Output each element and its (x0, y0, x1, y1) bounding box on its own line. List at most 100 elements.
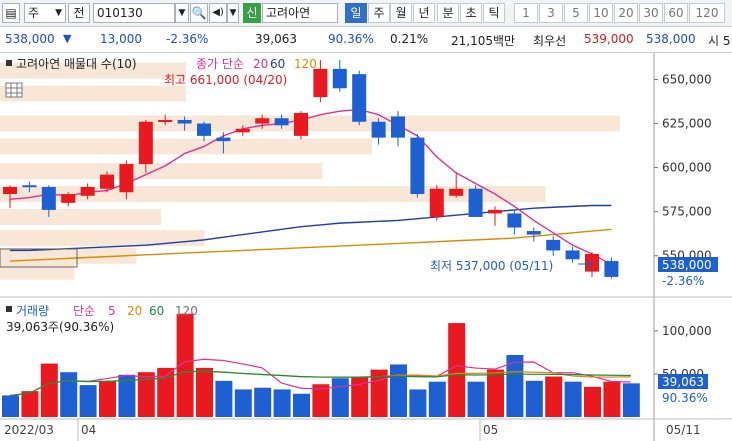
code-dropdown-icon[interactable]: ▼ (175, 3, 189, 23)
current-pct-tag: -2.36% (662, 274, 704, 288)
x-label-start: 2022/03 (4, 423, 54, 437)
volume-bar (467, 381, 485, 417)
volume-profile-bar (0, 138, 372, 155)
volume-profile-bar (0, 85, 186, 102)
interval-button-2[interactable]: 5 (564, 3, 588, 23)
interval-button-5[interactable]: 30 (639, 3, 663, 23)
volume-bar (40, 363, 58, 417)
x-label-may: 05 (483, 423, 498, 437)
candle-body (546, 239, 561, 251)
candle-body (3, 186, 17, 195)
grid-table-icon[interactable] (5, 82, 23, 98)
vol-y-tick-label: 100,000 (662, 324, 712, 338)
interval-button-1[interactable]: 3 (539, 3, 563, 23)
candle-body (61, 194, 76, 203)
period-tab-5[interactable]: 초 (460, 3, 482, 23)
candle-body (391, 116, 405, 138)
volume-bar (545, 376, 563, 417)
low-annotation: 최저 537,000 (05/11) (430, 259, 553, 273)
ma120-legend: 120 (294, 57, 317, 71)
volume-profile-bar (0, 208, 162, 225)
ma-label: 종가 단순 (196, 57, 244, 71)
candle-body (429, 188, 444, 217)
vol-ma120-legend: 120 (175, 304, 198, 318)
current-volume-pct: 90.36% (662, 391, 708, 405)
candle-body (177, 119, 192, 124)
trade-amount: 21,105백만 (451, 34, 516, 48)
volume-bar (487, 369, 504, 417)
market-select[interactable]: 주 ▼ (24, 3, 66, 23)
candle-body (507, 213, 522, 228)
volume-bar (331, 378, 349, 417)
chevron-down-icon: ▼ (55, 8, 62, 18)
vol-ma5-legend: 5 (108, 304, 116, 318)
stock-code-input[interactable]: 010130 (93, 3, 175, 23)
ma60-legend: 60 (270, 57, 285, 71)
interval-button-0[interactable]: 1 (514, 3, 538, 23)
candle-body (274, 118, 289, 126)
volume-profile-bar (0, 163, 323, 180)
period-tab-3[interactable]: 년 (413, 3, 435, 23)
volume-bar (622, 383, 640, 417)
interval-button-7[interactable]: 120 (689, 3, 725, 23)
interval-button-3[interactable]: 10 (589, 3, 613, 23)
candle-body (410, 137, 425, 195)
x-label-right: 05/11 (666, 423, 701, 437)
best-quote-label: 최우선 (533, 34, 567, 48)
search-icon[interactable]: 🔍 (190, 3, 208, 23)
volume-profile-bar (0, 263, 75, 280)
speaker-icon[interactable]: ◀) (209, 3, 227, 23)
open-label: 시 5 (708, 34, 731, 48)
candle-body (468, 188, 483, 217)
high-annotation: 최고 661,000 (04/20) (164, 73, 287, 87)
volume-marker-icon (6, 306, 12, 312)
change-percent: -2.36% (166, 32, 209, 46)
price-panel-title: 고려아연 매물대 수(10) (16, 57, 137, 71)
interval-button-4[interactable]: 20 (614, 3, 638, 23)
ask-price: 539,000 (584, 32, 634, 46)
stock-chart[interactable]: 650,000625,000600,000575,000550,000100,0… (0, 53, 732, 441)
period-tab-0[interactable]: 일 (345, 3, 367, 23)
speaker-dropdown-icon[interactable]: ▼ (227, 3, 239, 23)
volume-bar (428, 381, 446, 417)
period-tab-4[interactable]: 분 (437, 3, 459, 23)
menu-icon[interactable]: ▤ (2, 3, 20, 23)
candle-body (100, 174, 114, 189)
period-tab-2[interactable]: 월 (390, 3, 412, 23)
interval-button-6[interactable]: 60 (664, 3, 688, 23)
volume-ma-label: 단순 (73, 304, 95, 318)
volume-bar (99, 380, 116, 417)
volume-bar (409, 389, 427, 417)
volume-bar (196, 367, 213, 417)
vol-ma20-legend: 20 (127, 304, 142, 318)
volume-panel-title: 거래량 (16, 304, 49, 318)
volume-bar (79, 385, 97, 417)
candle-body (138, 121, 153, 165)
candle-body (604, 261, 619, 277)
credit-badge: 신 (243, 3, 261, 23)
volume-current-label: 39,063주(90.36%) (6, 320, 114, 334)
candle-body (216, 137, 231, 142)
candle-body (449, 188, 464, 196)
current-price-tag: 538,000 (662, 258, 712, 272)
volume-bar (273, 389, 291, 417)
candle-body (158, 119, 173, 122)
vol-ma60-legend: 60 (149, 304, 164, 318)
candle-body (197, 123, 211, 136)
period-tab-6[interactable]: 틱 (483, 3, 505, 23)
candle-body (313, 68, 328, 98)
period-tab-1[interactable]: 주 (368, 3, 390, 23)
volume-bar (390, 364, 407, 417)
candle-body (80, 186, 95, 196)
volume-bar (603, 381, 621, 417)
volume-profile-bar (0, 230, 205, 247)
candle-body (352, 74, 367, 122)
x-label-apr: 04 (81, 423, 96, 437)
turnover-rate: 0.21% (390, 32, 429, 46)
type-button[interactable]: 전 (68, 3, 90, 23)
volume-bar (60, 372, 78, 417)
current-volume-tag: 39,063 (662, 375, 704, 389)
volume-bar (525, 380, 543, 417)
volume-value: 39,063 (255, 32, 297, 46)
volume-ratio: 90.36% (328, 32, 374, 46)
